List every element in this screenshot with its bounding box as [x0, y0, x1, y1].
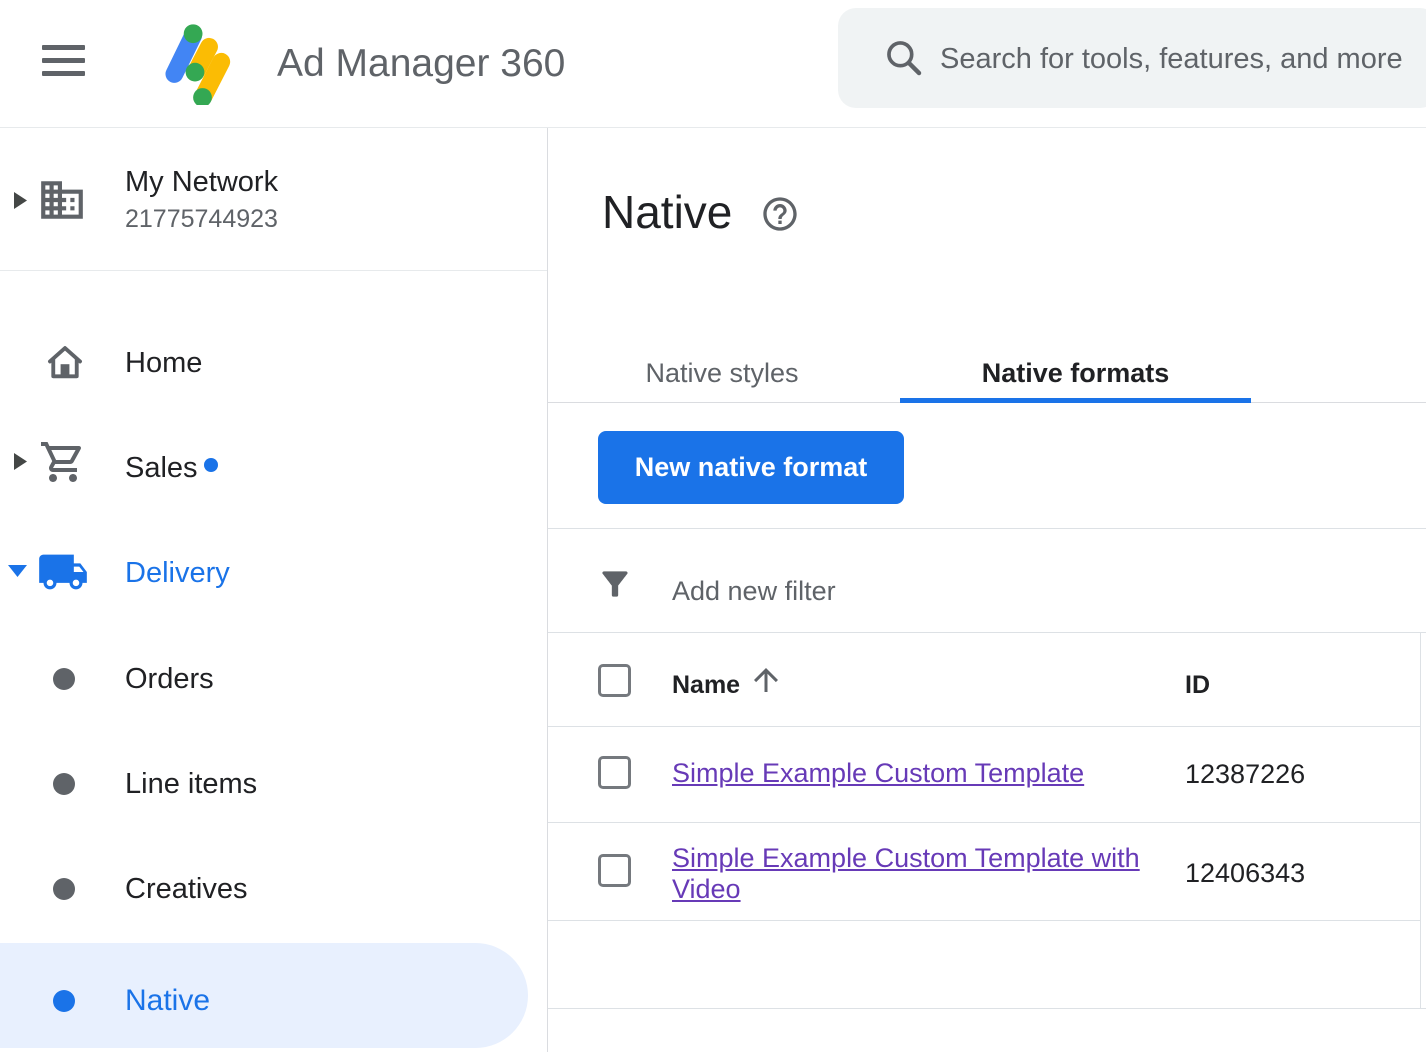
top-app-bar: Ad Manager 360 — [0, 0, 1426, 127]
sidebar-navigation: My Network 21775744923 Home Sales Delive… — [0, 128, 547, 1052]
sidebar-item-line-items[interactable]: Line items — [125, 764, 257, 804]
sales-notification-dot — [204, 458, 218, 472]
search-input[interactable] — [938, 8, 1422, 110]
orders-bullet-icon — [53, 668, 75, 690]
active-tab-underline — [900, 398, 1251, 403]
sidebar-item-native-label: Native — [125, 981, 210, 1021]
sort-ascending-arrow-icon — [748, 662, 784, 698]
table-bottom-divider — [548, 1008, 1426, 1009]
column-header-name[interactable]: Name — [672, 668, 740, 702]
line-items-bullet-icon — [53, 773, 75, 795]
menu-hamburger-icon[interactable] — [42, 45, 85, 76]
global-search-bar[interactable] — [838, 8, 1426, 108]
sales-expand-caret-icon[interactable] — [14, 453, 27, 470]
section-divider — [548, 528, 1426, 529]
tab-native-styles[interactable]: Native styles — [582, 356, 862, 390]
tab-native-formats[interactable]: Native formats — [953, 356, 1198, 390]
new-native-format-button[interactable]: New native format — [598, 431, 904, 504]
network-id: 21775744923 — [125, 204, 278, 234]
sidebar-item-native-selected[interactable]: Native — [0, 943, 528, 1048]
native-format-link[interactable]: Simple Example Custom Template with Vide… — [672, 843, 1172, 905]
network-name[interactable]: My Network — [125, 164, 278, 200]
row-checkbox[interactable] — [598, 756, 631, 789]
column-header-id[interactable]: ID — [1185, 668, 1210, 702]
filter-funnel-icon[interactable] — [596, 565, 634, 603]
table-row: Simple Example Custom Template 12387226 — [548, 726, 1426, 822]
sidebar-divider — [0, 270, 547, 271]
network-expand-caret-icon[interactable] — [14, 192, 27, 209]
help-icon[interactable] — [760, 194, 800, 234]
app-title: Ad Manager 360 — [277, 0, 565, 127]
native-format-link[interactable]: Simple Example Custom Template — [672, 758, 1084, 789]
sidebar-item-delivery[interactable]: Delivery — [125, 553, 230, 593]
ad-manager-logo-icon[interactable] — [150, 13, 240, 105]
delivery-truck-icon — [37, 546, 89, 598]
network-building-icon — [37, 175, 87, 225]
sidebar-item-home[interactable]: Home — [125, 343, 202, 383]
table-row: Simple Example Custom Template with Vide… — [548, 822, 1426, 920]
select-all-checkbox[interactable] — [598, 664, 631, 697]
home-icon — [43, 340, 87, 384]
main-content: Native Native styles Native formats New … — [548, 128, 1426, 1052]
table-right-border — [1420, 632, 1421, 1008]
delivery-collapse-caret-icon[interactable] — [8, 565, 27, 577]
sidebar-item-creatives[interactable]: Creatives — [125, 869, 248, 909]
sales-cart-icon — [39, 438, 87, 486]
native-bullet-icon — [53, 990, 75, 1012]
row-divider — [548, 920, 1420, 921]
search-icon — [882, 36, 926, 80]
add-new-filter-input[interactable]: Add new filter — [672, 571, 836, 611]
topbar-divider — [0, 127, 1426, 128]
native-format-id: 12406343 — [1185, 858, 1305, 889]
filter-divider — [548, 632, 1426, 633]
sidebar-item-sales[interactable]: Sales — [125, 448, 198, 488]
native-format-id: 12387226 — [1185, 759, 1305, 790]
page-title: Native — [602, 184, 732, 240]
creatives-bullet-icon — [53, 878, 75, 900]
sidebar-item-orders[interactable]: Orders — [125, 659, 214, 699]
row-checkbox[interactable] — [598, 854, 631, 887]
